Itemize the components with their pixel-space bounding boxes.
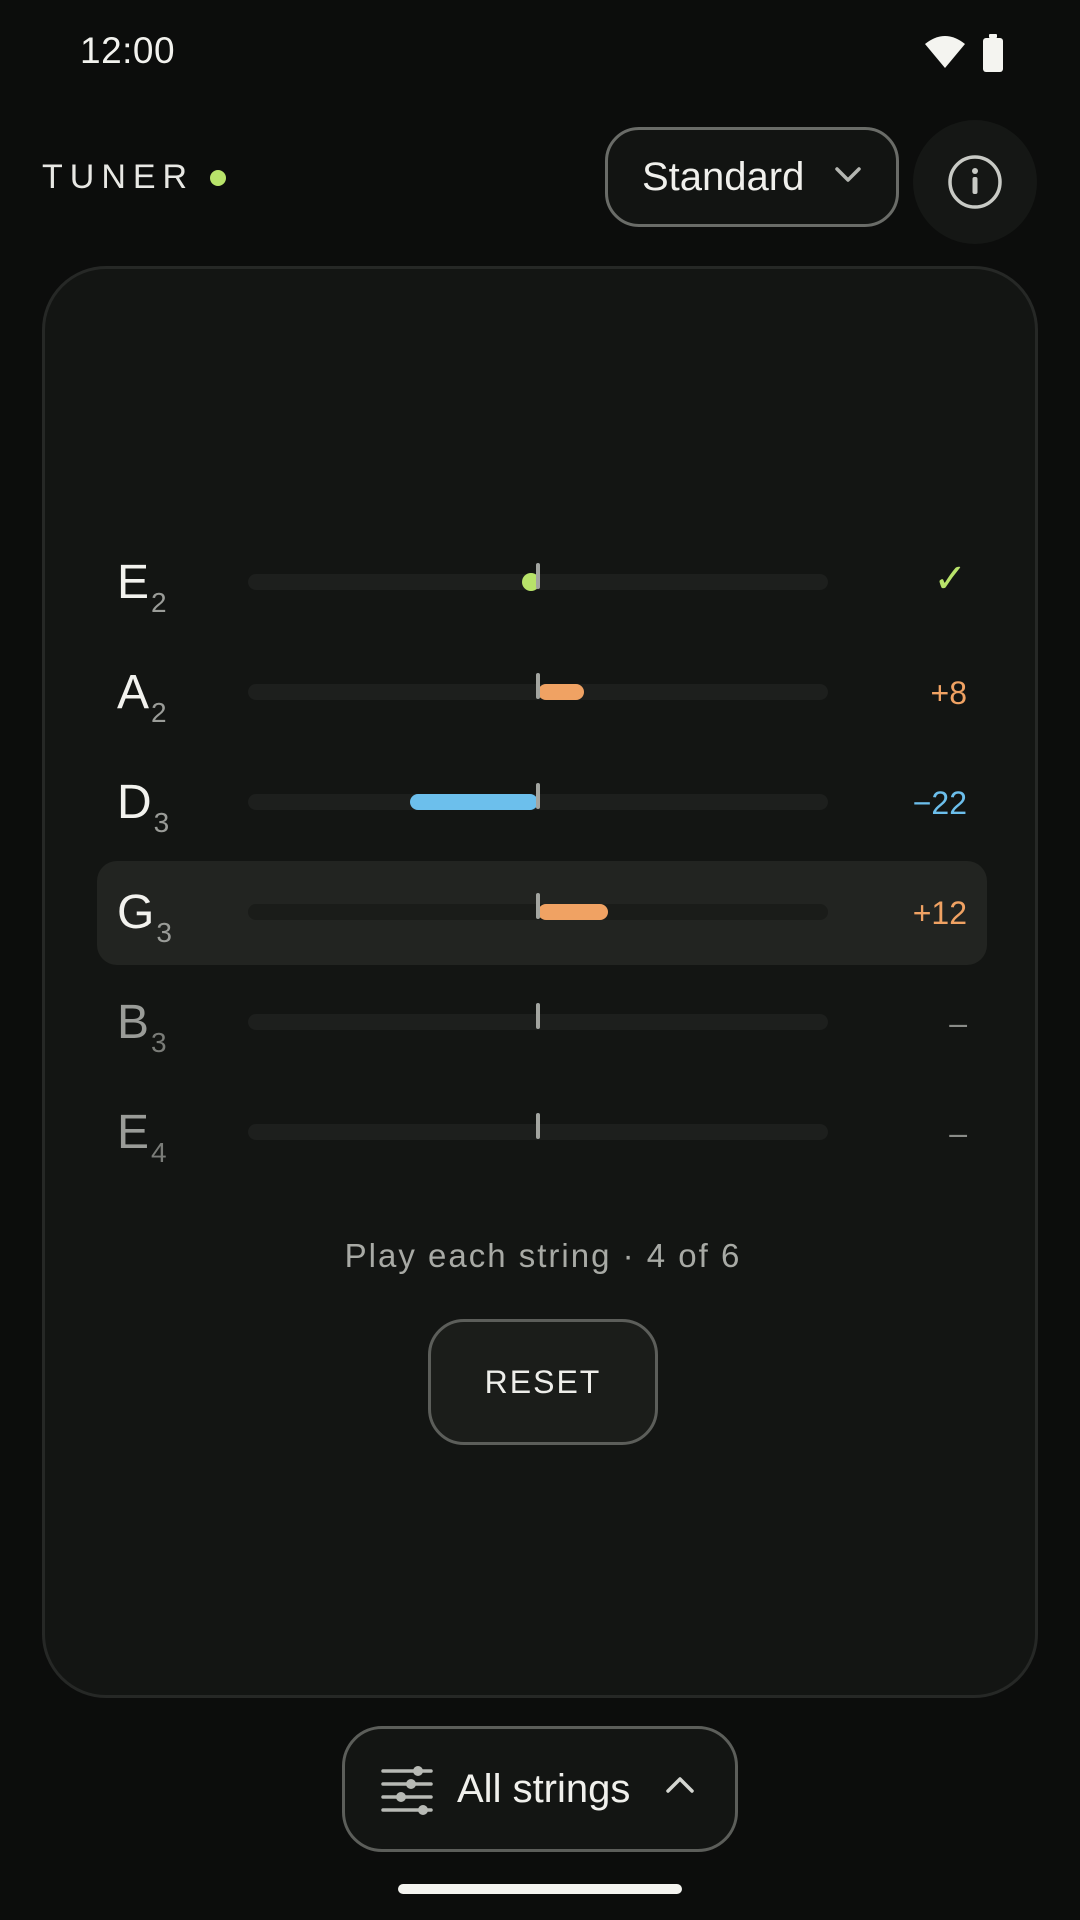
cents-meter [248,1003,828,1030]
string-row[interactable]: G3 +12 [97,861,987,965]
note-octave: 3 [156,917,172,948]
chevron-up-icon [666,1777,694,1793]
tuner-card: E2 ✓ A2 +8 D3 −22 G3 +12 B3– E4– Play each string… [42,266,1038,1698]
note-label: D3 [117,775,170,838]
flat-deviation-bar [410,794,538,810]
note-octave: 3 [153,807,170,838]
note-name: D [117,776,152,829]
note-octave: 3 [151,1027,167,1058]
note-name: E [117,1106,150,1159]
center-mark [536,1003,540,1029]
cents-readout: −22 [912,785,967,821]
note-label: A2 [117,665,167,728]
cents-meter [248,783,828,810]
battery-icon [983,34,1003,72]
cents-meter [248,1113,828,1140]
cents-meter [248,563,828,591]
cents-meter [248,673,828,700]
cents-readout: – [949,1115,967,1151]
note-name: A [117,666,150,719]
cents-readout: +8 [930,675,967,711]
check-icon: ✓ [933,557,967,601]
reset-button[interactable]: RESET [428,1319,658,1445]
tuning-dropdown-value: Standard [642,154,805,199]
note-label: G3 [117,885,172,948]
cents-readout: +12 [912,895,967,931]
status-bar: 12:00 [0,0,1080,110]
string-row[interactable]: E4 – [97,1081,987,1185]
string-filter-label: All strings [457,1767,631,1811]
center-mark [536,1113,540,1139]
progress-text: Play each string · 4 of 6 [344,1237,742,1274]
center-mark [536,783,540,809]
note-octave: 2 [151,587,167,618]
center-mark [536,563,540,589]
app-title: TUNER [42,158,195,196]
wifi-icon [925,36,965,68]
info-button[interactable] [913,120,1037,244]
string-row[interactable]: A2 +8 [97,641,987,745]
note-octave: 4 [151,1137,167,1168]
string-row[interactable]: B3 – [97,971,987,1075]
note-name: B [117,996,150,1049]
cents-meter [248,893,828,920]
string-filter-button[interactable]: All strings [342,1726,738,1852]
center-mark [536,893,540,919]
status-time: 12:00 [80,30,176,71]
sharp-deviation-bar [538,684,585,700]
cents-readout: – [949,1005,967,1041]
chevron-down-icon [835,167,861,182]
center-mark [536,673,540,699]
info-icon [948,155,1002,209]
note-octave: 2 [151,697,167,728]
string-row[interactable]: D3 −22 [97,751,987,855]
note-label: E4 [117,1105,167,1168]
sliders-icon [381,1766,433,1815]
status-icons [924,34,1004,72]
string-row[interactable]: E2 ✓ [97,531,987,635]
app-header: TUNER Standard [0,120,1080,244]
note-label: B3 [117,995,167,1058]
note-name: E [117,556,150,609]
note-name: G [117,886,155,939]
sharp-deviation-bar [538,904,608,920]
home-indicator[interactable] [398,1884,682,1894]
tuning-dropdown[interactable]: Standard [605,127,899,227]
app-title-group: TUNER [42,158,227,197]
live-indicator-dot [210,169,227,186]
note-label: E2 [117,555,167,618]
